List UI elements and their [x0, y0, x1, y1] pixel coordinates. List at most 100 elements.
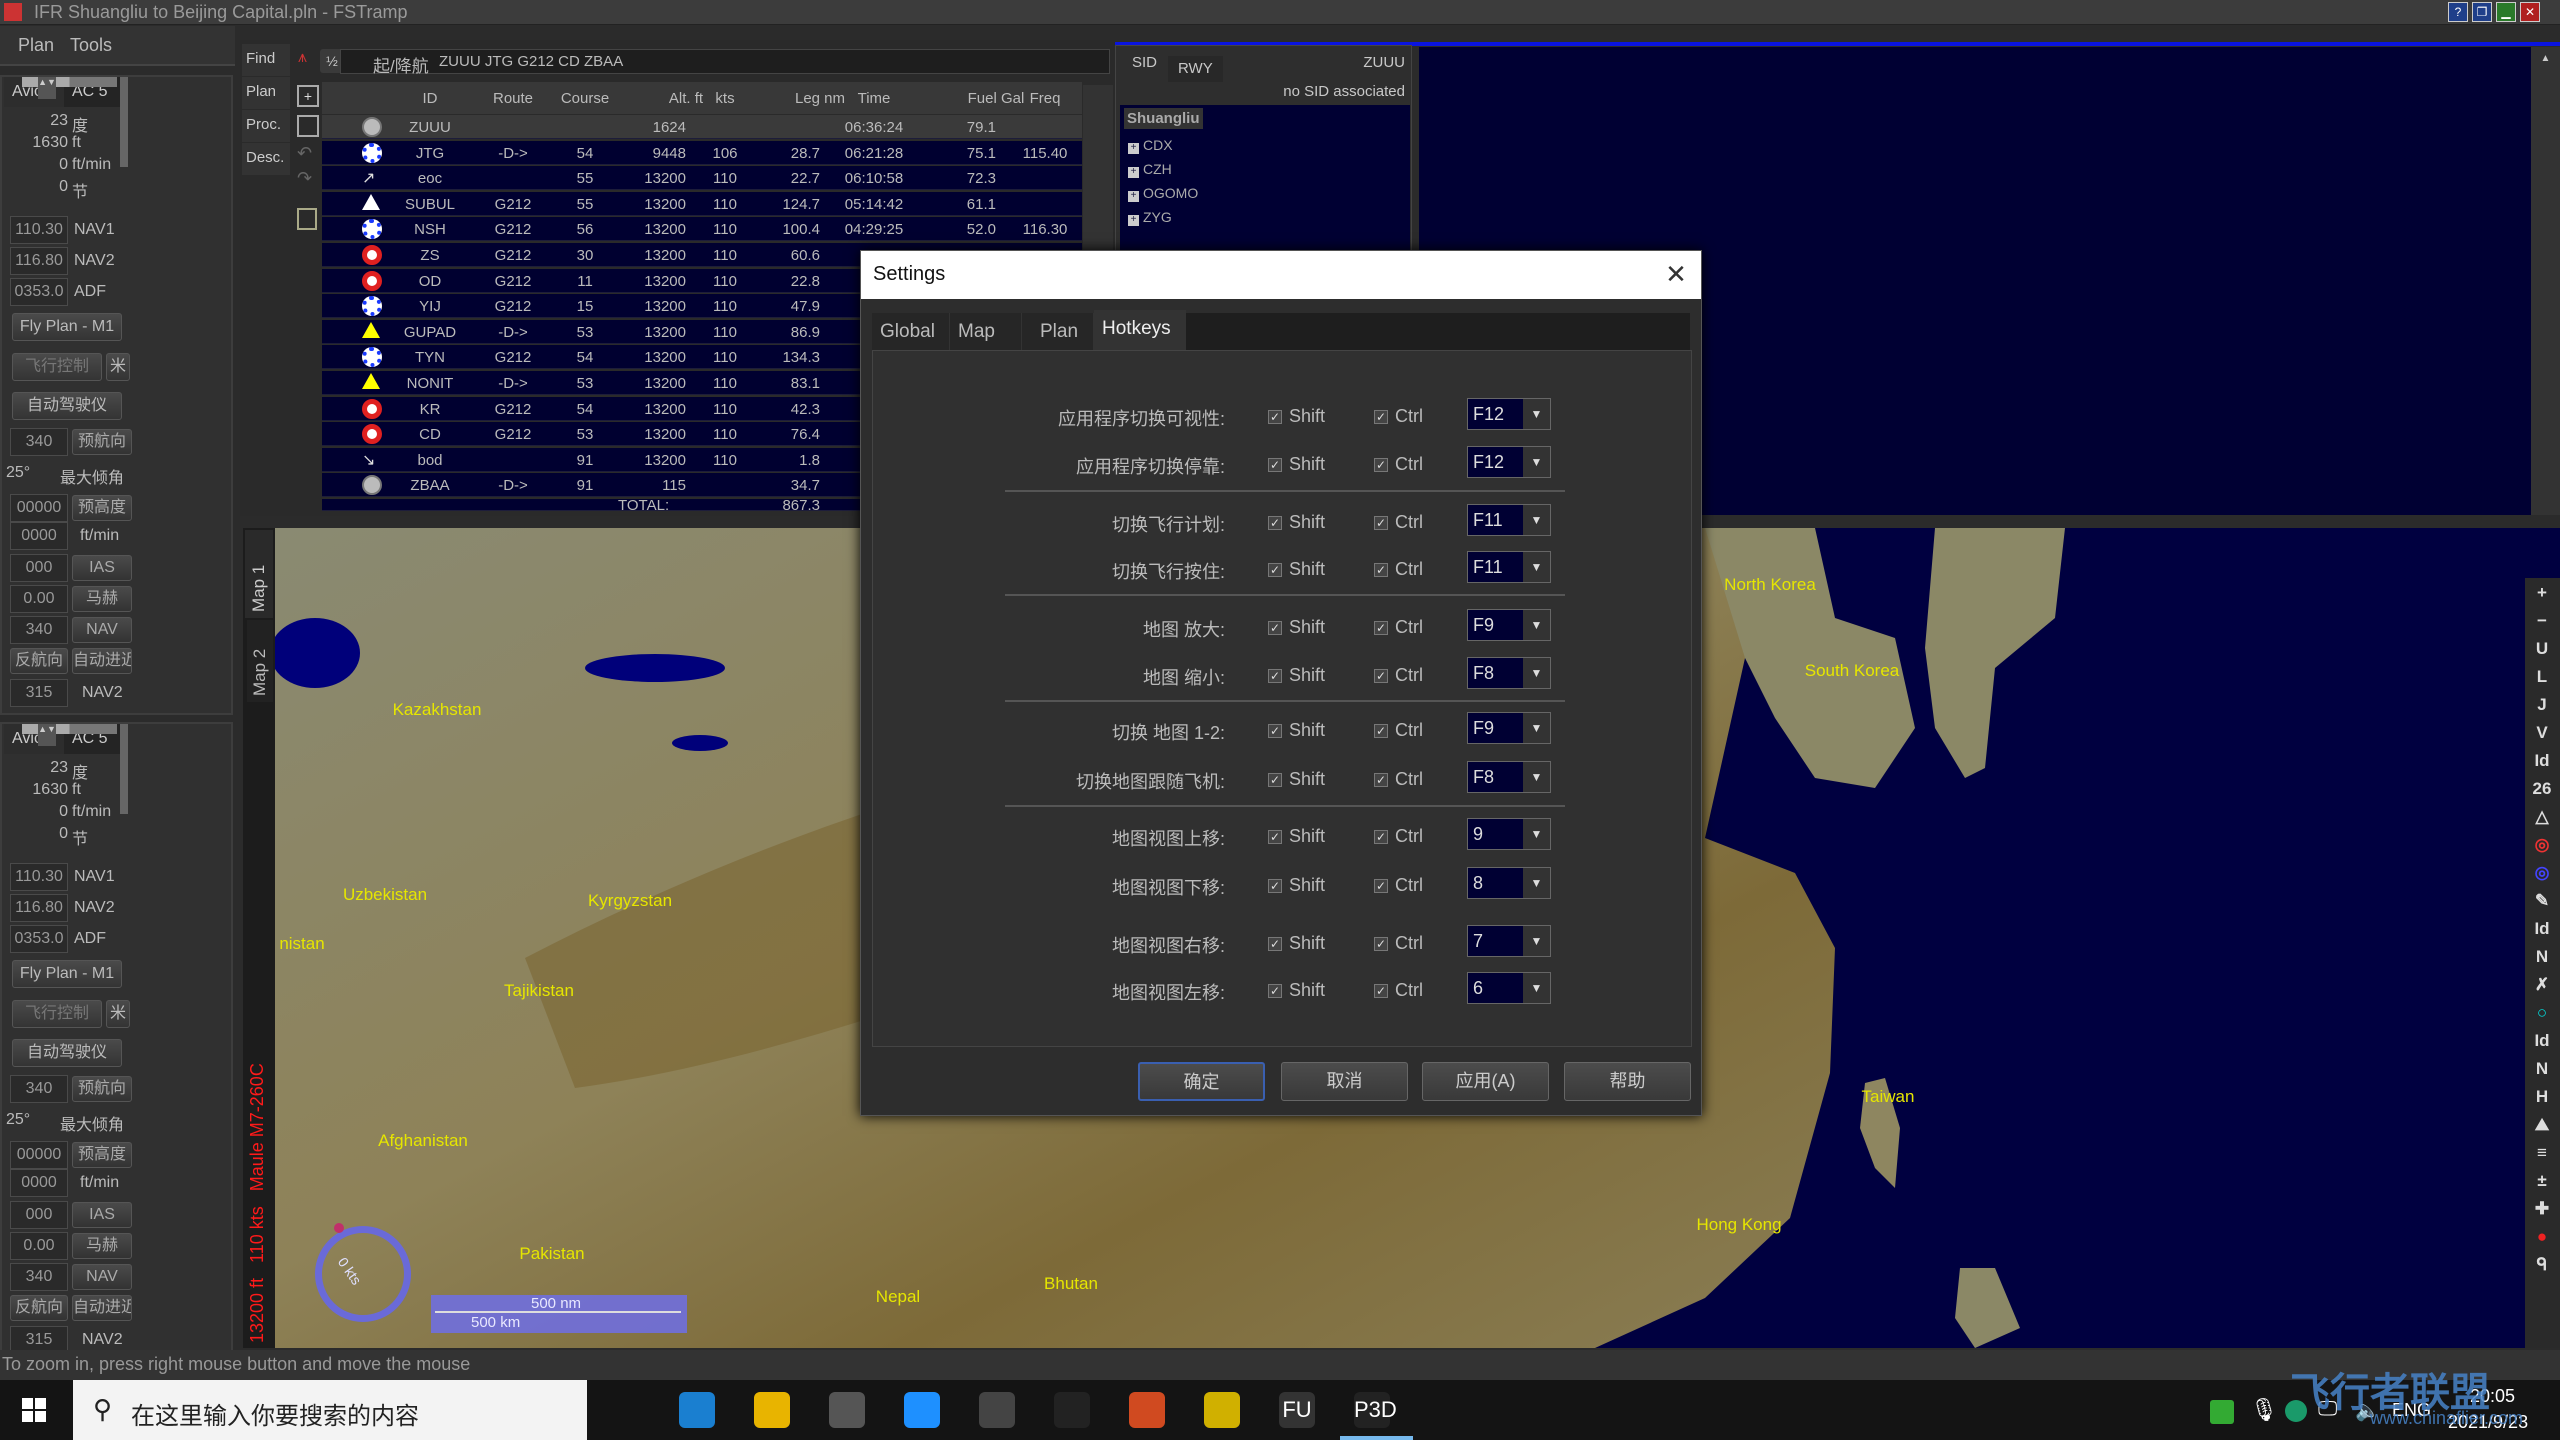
mach-value[interactable]: 0.00 [10, 1232, 68, 1260]
chevron-down-icon[interactable]: ▼ [1523, 552, 1550, 582]
internet-explorer-icon[interactable] [904, 1392, 940, 1428]
heading-button[interactable]: 预航向 [72, 429, 132, 455]
fly-plan-button[interactable]: Fly Plan - M1 [12, 313, 122, 341]
tab-map-2[interactable]: Map 2 [247, 620, 273, 702]
shift-checkbox[interactable]: ✓ [1268, 621, 1282, 635]
task-view-icon[interactable] [604, 1392, 640, 1428]
shift-checkbox[interactable]: ✓ [1268, 984, 1282, 998]
hotkey-select[interactable]: F12 ▼ [1467, 446, 1551, 478]
ctrl-checkbox[interactable]: ✓ [1374, 410, 1388, 424]
column-header-time[interactable]: Time [858, 90, 891, 107]
hotkey-select[interactable]: 6 ▼ [1467, 972, 1551, 1004]
map-tool-button[interactable]: N [2528, 944, 2556, 970]
chevron-down-icon[interactable]: ▼ [1523, 819, 1550, 849]
map-tool-button[interactable]: ᑫ [2528, 1252, 2556, 1278]
direction-icon[interactable]: ⩚ [298, 49, 307, 67]
dialog-close-button[interactable]: ✕ [1661, 259, 1691, 289]
nav-button[interactable]: NAV [72, 617, 132, 643]
map-tool-button[interactable]: ✗ [2528, 972, 2556, 998]
nav-value[interactable]: 340 [10, 616, 68, 644]
hotkey-select[interactable]: 7 ▼ [1467, 925, 1551, 957]
flight-plan-row[interactable]: JTG -D-> 54 9448 106 28.7 06:21:28 75.1 115.40 [322, 140, 1082, 165]
approach-button[interactable]: 自动进近 [72, 648, 132, 674]
start-button[interactable] [22, 1398, 46, 1422]
chevron-down-icon[interactable]: ▼ [1523, 973, 1550, 1003]
hotkey-select[interactable]: F11 ▼ [1467, 504, 1551, 536]
shift-checkbox[interactable]: ✓ [1268, 458, 1282, 472]
heading-value[interactable]: 340 [10, 428, 68, 456]
map-tool-button[interactable]: ⛰ [2528, 1112, 2556, 1138]
nav2-value[interactable]: 315 [10, 679, 68, 707]
hotkey-select[interactable]: F9 ▼ [1467, 712, 1551, 744]
shift-checkbox[interactable]: ✓ [1268, 773, 1282, 787]
hotkey-select[interactable]: F11 ▼ [1467, 551, 1551, 583]
shift-checkbox[interactable]: ✓ [1268, 724, 1282, 738]
sid-tree-item[interactable]: + CZH [1128, 161, 1172, 178]
map-tool-button[interactable]: ✚ [2528, 1196, 2556, 1222]
tab-proc[interactable]: Proc. [242, 110, 290, 142]
add-waypoint-icon[interactable]: + [297, 85, 319, 107]
radio-frequency-input[interactable]: 116.80 [10, 894, 68, 922]
altitude-value[interactable]: 00000 [10, 1141, 68, 1169]
radio-frequency-input[interactable]: 110.30 [10, 216, 68, 244]
redo-icon[interactable]: ↷ [297, 168, 312, 189]
tab-find[interactable]: Find [242, 44, 290, 76]
shift-checkbox[interactable]: ✓ [1268, 830, 1282, 844]
ctrl-checkbox[interactable]: ✓ [1374, 879, 1388, 893]
map-tool-button[interactable]: ◎ [2528, 860, 2556, 886]
shift-checkbox[interactable]: ✓ [1268, 669, 1282, 683]
map-tool-button[interactable]: N [2528, 1056, 2556, 1082]
cancel-button[interactable]: 取消 [1281, 1062, 1408, 1101]
chevron-down-icon[interactable]: ▼ [1523, 713, 1550, 743]
ok-button[interactable]: 确定 [1138, 1062, 1265, 1101]
bank-spinner[interactable]: ▲▼ [38, 77, 56, 99]
meter-toggle[interactable]: 米 [106, 353, 130, 381]
map-tool-button[interactable]: △ [2528, 804, 2556, 830]
autopilot-button[interactable]: 自动驾驶仪 [12, 1039, 122, 1067]
ias-button[interactable]: IAS [72, 1202, 132, 1228]
FU-icon[interactable]: FU [1279, 1392, 1315, 1428]
bank-spinner[interactable]: ▲▼ [38, 724, 56, 746]
map-tool-button[interactable]: ≡ [2528, 1140, 2556, 1166]
vs-value[interactable]: 0000 [10, 1169, 68, 1197]
map-tool-button[interactable]: 26 [2528, 776, 2556, 802]
hotkey-select[interactable]: F12 ▼ [1467, 398, 1551, 430]
ctrl-checkbox[interactable]: ✓ [1374, 516, 1388, 530]
map-tool-button[interactable]: Id [2528, 916, 2556, 942]
shift-checkbox[interactable]: ✓ [1268, 937, 1282, 951]
ctrl-checkbox[interactable]: ✓ [1374, 830, 1388, 844]
map-tool-button[interactable]: U [2528, 636, 2556, 662]
route-bar[interactable]: 起/降航 ZUUU JTG G212 CD ZBAA [340, 49, 1110, 76]
map-tool-button[interactable]: − [2528, 608, 2556, 634]
fly-plan-button[interactable]: Fly Plan - M1 [12, 960, 122, 988]
column-header-id[interactable]: ID [423, 90, 438, 107]
altitude-button[interactable]: 预高度 [72, 1142, 132, 1168]
flight-control-button[interactable]: 飞行控制 [12, 353, 102, 381]
sid-tree-item[interactable]: + OGOMO [1128, 185, 1198, 202]
app-fox-icon[interactable] [1129, 1392, 1165, 1428]
heading-button[interactable]: 预航向 [72, 1076, 132, 1102]
map-tool-button[interactable]: ◎ [2528, 832, 2556, 858]
map-tool-button[interactable]: ± [2528, 1168, 2556, 1194]
store-icon[interactable] [829, 1392, 865, 1428]
undo-icon[interactable]: ↶ [297, 143, 312, 164]
chevron-down-icon[interactable]: ▼ [1523, 762, 1550, 792]
ctrl-checkbox[interactable]: ✓ [1374, 621, 1388, 635]
hotkey-select[interactable]: 9 ▼ [1467, 818, 1551, 850]
approach-button[interactable]: 自动进近 [72, 1295, 132, 1321]
tree-root[interactable]: Shuangliu [1124, 108, 1203, 129]
ias-button[interactable]: IAS [72, 555, 132, 581]
P3D-icon[interactable]: P3D [1354, 1392, 1397, 1428]
menu-tools[interactable]: Tools [70, 35, 112, 56]
edge-icon[interactable] [679, 1392, 715, 1428]
map-tool-button[interactable]: + [2528, 580, 2556, 606]
map-tool-button[interactable]: J [2528, 692, 2556, 718]
mach-button[interactable]: 马赫 [72, 586, 132, 612]
shift-checkbox[interactable]: ✓ [1268, 410, 1282, 424]
apply-button[interactable]: 应用(A) [1422, 1062, 1549, 1101]
minimize-button[interactable]: ▁ [2496, 2, 2516, 22]
expand-icon[interactable]: + [1128, 215, 1139, 226]
map-tool-button[interactable]: L [2528, 664, 2556, 690]
map-tool-button[interactable]: Id [2528, 1028, 2556, 1054]
altitude-value[interactable]: 00000 [10, 494, 68, 522]
